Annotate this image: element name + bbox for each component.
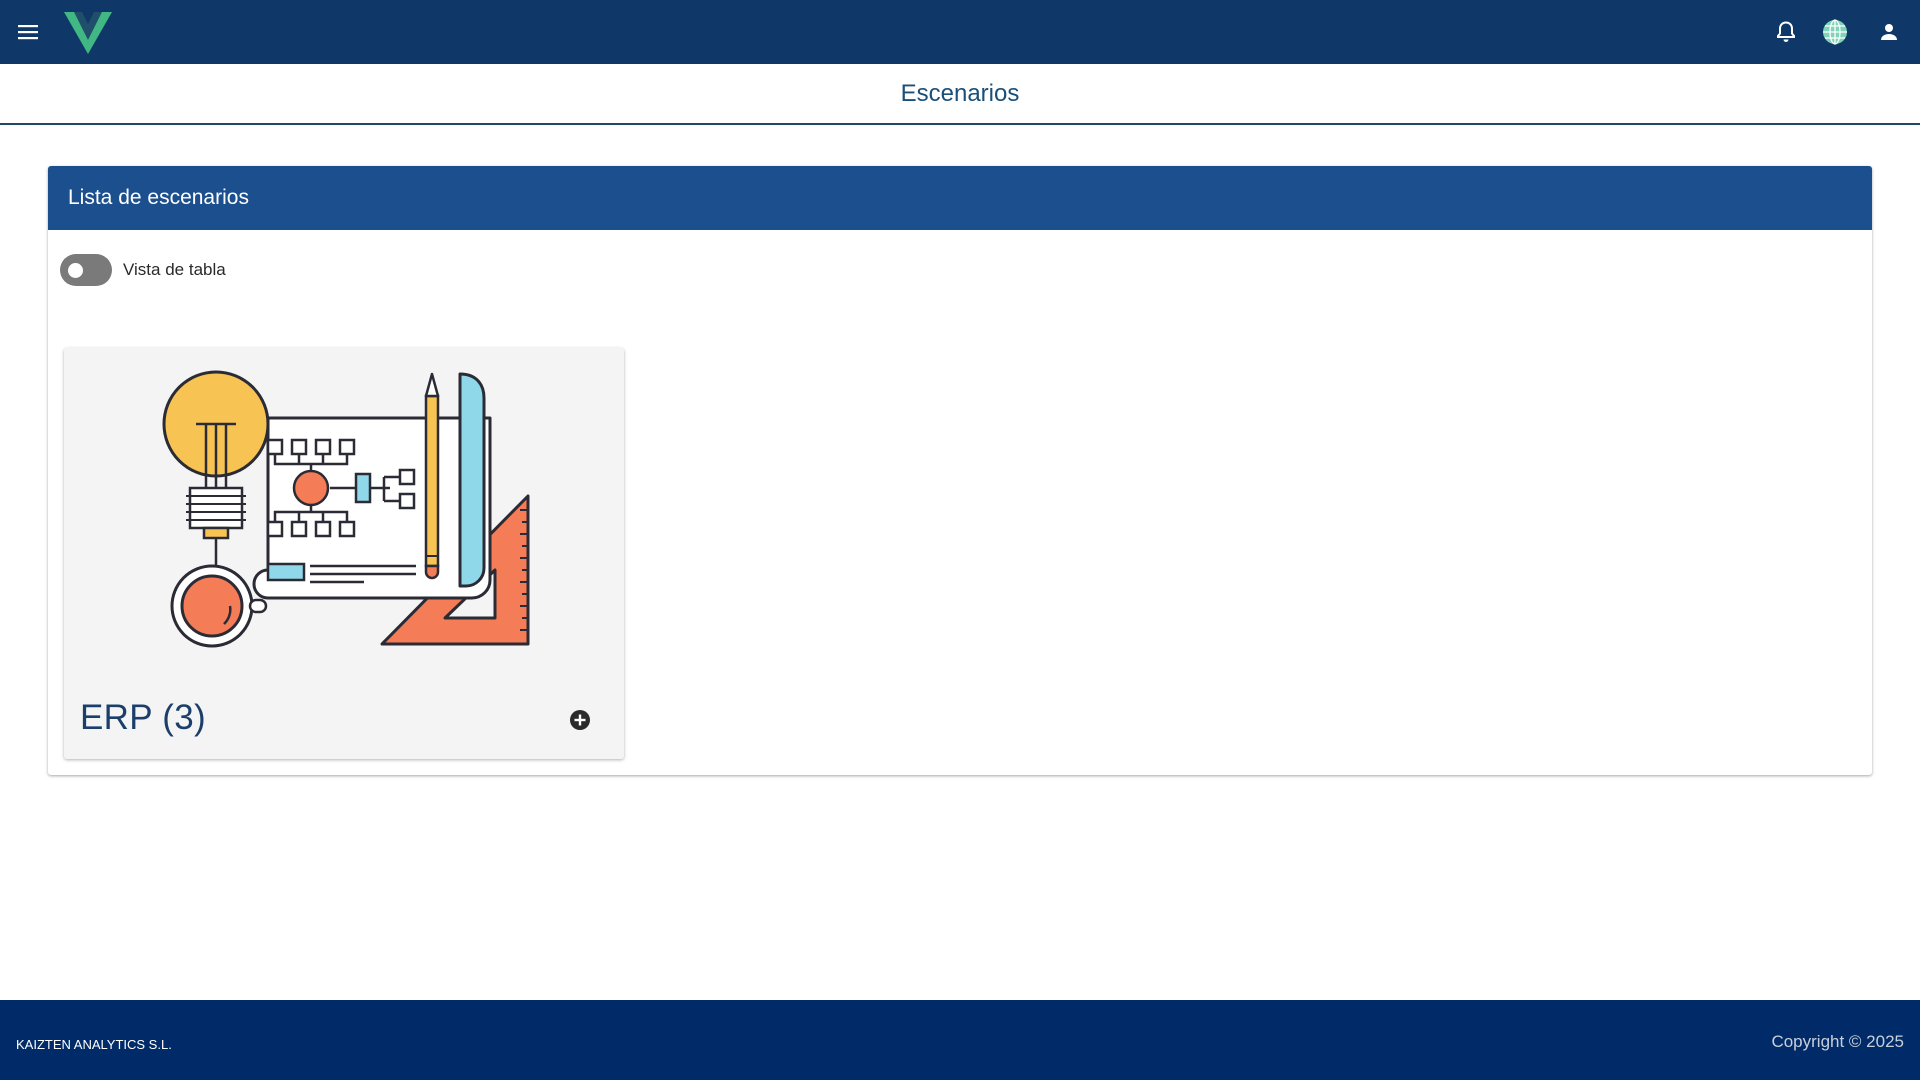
page-title: Escenarios: [900, 79, 1020, 107]
vue-logo-icon[interactable]: [64, 10, 112, 54]
scenario-tile-erp[interactable]: ERP (3): [64, 348, 624, 759]
app-bar: [0, 0, 1920, 64]
account-icon: [1881, 24, 1897, 40]
menu-button[interactable]: [14, 18, 42, 46]
scenarios-card-header: Lista de escenarios: [48, 166, 1872, 230]
add-scenario-button[interactable]: [568, 708, 592, 732]
footer-copyright: Copyright © 2025: [1771, 1032, 1904, 1051]
language-button[interactable]: [1818, 15, 1852, 49]
page-title-bar: Escenarios: [0, 64, 1920, 125]
menu-icon: [18, 25, 38, 40]
blueprint-idea-illustration: [162, 370, 530, 648]
bell-icon: [1777, 21, 1795, 42]
table-view-label[interactable]: Vista de tabla: [123, 260, 226, 280]
scenarios-card: Lista de escenarios Vista de tabla ERP (…: [48, 166, 1872, 775]
switch-knob: [68, 263, 83, 278]
add-circle-icon: [570, 710, 590, 730]
scenarios-card-title: Lista de escenarios: [68, 186, 249, 209]
table-view-toggle-row: Vista de tabla: [60, 254, 226, 286]
account-button[interactable]: [1872, 15, 1906, 49]
notifications-button[interactable]: [1769, 15, 1803, 49]
footer-company: KAIZTEN ANALYTICS S.L.: [16, 1036, 172, 1052]
scenario-tile-title: ERP (3): [80, 698, 206, 737]
table-view-switch[interactable]: [60, 254, 112, 286]
footer: KAIZTEN ANALYTICS S.L. Copyright © 2025: [0, 1000, 1920, 1080]
globe-icon: [1823, 19, 1847, 45]
